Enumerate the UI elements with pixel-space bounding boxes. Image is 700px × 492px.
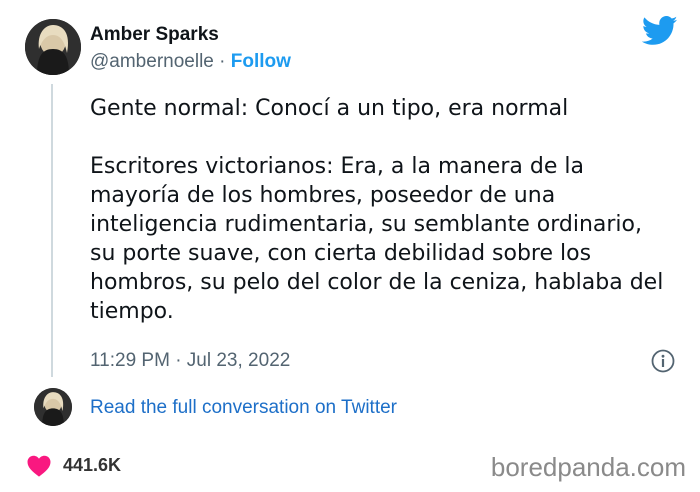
author-handle[interactable]: @ambernoelle	[90, 51, 214, 72]
author-handle-row: @ambernoelle · Follow	[90, 51, 291, 73]
tweet-paragraph-1: Gente normal: Conocí a un tipo, era norm…	[90, 96, 569, 121]
handle-separator: ·	[213, 51, 231, 72]
follow-button[interactable]: Follow	[231, 51, 291, 72]
read-conversation-link[interactable]: Read the full conversation on Twitter	[90, 397, 397, 419]
author-avatar[interactable]	[25, 19, 81, 75]
twitter-bird-icon[interactable]	[642, 16, 678, 46]
tweet-text: Gente normal: Conocí a un tipo, era norm…	[90, 94, 670, 326]
tweet-paragraph-2: Escritores victorianos: Era, a la manera…	[90, 154, 664, 324]
thread-line	[51, 84, 53, 377]
like-count: 441.6K	[63, 455, 122, 475]
watermark: boredpanda.com	[490, 452, 686, 482]
tweet-timestamp[interactable]: 11:29 PM · Jul 23, 2022	[90, 350, 290, 372]
info-icon[interactable]	[651, 349, 675, 373]
heart-icon[interactable]	[27, 455, 51, 477]
author-avatar-small[interactable]	[34, 388, 72, 426]
author-name[interactable]: Amber Sparks	[90, 24, 219, 46]
